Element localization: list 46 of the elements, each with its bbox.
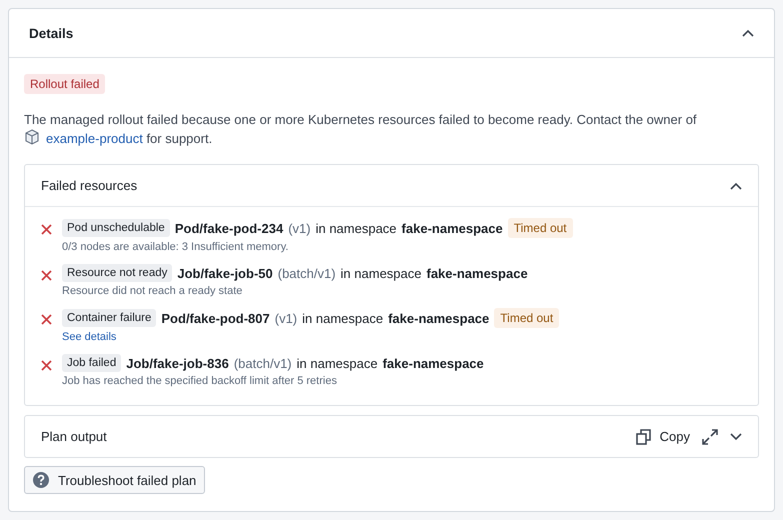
cube-icon xyxy=(24,129,40,145)
namespace-label: in namespace xyxy=(302,310,384,326)
maximize-icon[interactable] xyxy=(702,428,718,444)
error-x-icon xyxy=(41,224,52,235)
expand-chevron-icon[interactable] xyxy=(730,432,742,440)
namespace-name: fake-namespace xyxy=(382,356,484,370)
api-version: (batch/v1) xyxy=(278,266,336,280)
reason-tag: Container failure xyxy=(62,309,156,327)
namespace-label: in namespace xyxy=(296,356,378,370)
error-x-icon xyxy=(41,314,52,325)
error-x-icon xyxy=(41,270,52,281)
panel-title: Plan output xyxy=(41,429,107,444)
timeout-tag: Timed out xyxy=(494,308,560,328)
failure-message: The managed rollout failed because one or more Kubernetes resources failed to become ready. Contact the owner of example-product for support. xyxy=(24,111,698,148)
namespace-label: in namespace xyxy=(316,220,397,236)
copy-icon xyxy=(636,428,651,444)
reason-tag: Pod unschedulable xyxy=(62,219,170,237)
resource-name: Pod/fake-pod-807 xyxy=(161,310,270,326)
see-details-link[interactable]: See details xyxy=(62,331,116,343)
help-icon xyxy=(33,472,49,488)
collapse-chevron-icon[interactable] xyxy=(742,29,754,37)
panel-title: Failed resources xyxy=(41,178,138,193)
reason-tag: Job failed xyxy=(62,354,122,372)
product-link[interactable]: example-product xyxy=(46,131,143,146)
details-header[interactable]: Details xyxy=(9,9,774,58)
resource-name: Pod/fake-pod-234 xyxy=(174,220,284,236)
api-version: (v1) xyxy=(288,220,311,236)
timeout-tag: Timed out xyxy=(508,218,573,238)
resource-name: Job/fake-job-50 xyxy=(177,266,273,280)
copy-button[interactable]: Copy xyxy=(636,428,690,444)
section-title: Details xyxy=(29,26,74,40)
collapse-chevron-icon[interactable] xyxy=(730,182,742,190)
reason-tag: Resource not ready xyxy=(62,264,172,282)
api-version: (v1) xyxy=(274,310,298,326)
namespace-name: fake-namespace xyxy=(402,220,503,236)
namespace-label: in namespace xyxy=(340,266,422,280)
status-tag: Rollout failed xyxy=(24,74,106,94)
api-version: (batch/v1) xyxy=(234,356,292,370)
failure-detail: Job has reached the specified backoff limit after 5 retries xyxy=(62,375,338,387)
namespace-name: fake-namespace xyxy=(426,266,528,280)
troubleshoot-button[interactable]: Troubleshoot failed plan xyxy=(24,466,206,494)
error-x-icon xyxy=(41,360,52,371)
resource-name: Job/fake-job-836 xyxy=(126,356,229,370)
failure-detail: Resource did not reach a ready state xyxy=(62,285,244,297)
namespace-name: fake-namespace xyxy=(388,310,490,326)
failure-detail: 0/3 nodes are available: 3 Insufficient memory. xyxy=(62,241,290,253)
